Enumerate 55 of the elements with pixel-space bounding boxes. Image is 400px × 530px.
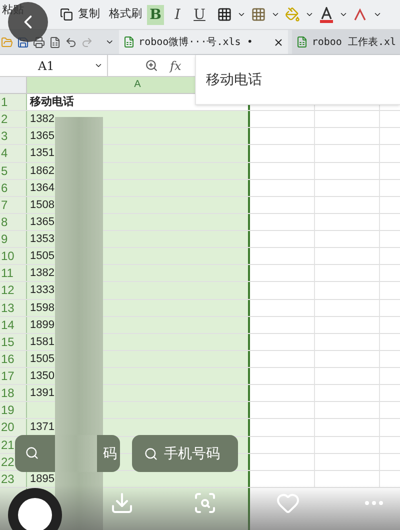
caret-icon[interactable] (373, 10, 382, 19)
search-icon (144, 446, 158, 460)
preview-icon[interactable] (49, 36, 62, 48)
format-painter-button[interactable]: 格式刷 (109, 6, 142, 23)
row-number: 8 (0, 214, 27, 230)
row-number: 1 (0, 94, 27, 110)
caret-icon[interactable] (237, 10, 246, 19)
table-style-icon[interactable] (251, 7, 266, 22)
row-number: 16 (0, 350, 27, 367)
fill-color-icon[interactable] (285, 7, 300, 22)
search-icon (25, 446, 39, 460)
close-icon[interactable] (272, 36, 284, 48)
format-button[interactable]: U (191, 4, 208, 24)
caret-icon[interactable] (339, 10, 348, 19)
search-chip[interactable]: 手机号码 (132, 435, 238, 472)
print-icon[interactable] (33, 36, 46, 48)
row-number: 14 (0, 316, 27, 333)
copy-icon[interactable] (60, 8, 73, 21)
row-number: 19 (0, 402, 27, 418)
file-tab[interactable]: roboo 工作表.xl (292, 30, 400, 54)
row-number: 7 (0, 196, 27, 213)
row-number: 15 (0, 334, 27, 350)
row-number: 4 (0, 145, 27, 162)
caret-icon (94, 61, 103, 70)
row-number: 13 (0, 300, 27, 316)
copy-button[interactable]: 复制 (78, 6, 100, 23)
row-number: 11 (0, 265, 27, 282)
row-number: 12 (0, 282, 27, 298)
caret-icon[interactable] (305, 10, 314, 19)
font-color-icon[interactable] (319, 6, 334, 22)
row-number: 23 (0, 470, 27, 487)
border-icon[interactable] (217, 7, 232, 22)
file-tab[interactable]: roboo微博···号.xls • (118, 30, 288, 54)
undo-icon[interactable] (65, 36, 78, 48)
search-chip[interactable]: 码 (15, 435, 120, 472)
row-number: 2 (0, 111, 27, 128)
format-button[interactable]: I (169, 4, 186, 24)
fx-icon[interactable]: fx (170, 56, 182, 74)
ball-center (18, 498, 52, 530)
row-number: 9 (0, 231, 27, 248)
name-box[interactable]: A1 (0, 55, 108, 76)
row-number: 5 (0, 162, 27, 179)
row-number: 17 (0, 368, 27, 384)
spreadsheet-icon (122, 36, 135, 48)
caret-icon[interactable] (271, 10, 280, 19)
paste-button[interactable]: 粘贴 (2, 2, 24, 18)
zoom-icon[interactable] (145, 59, 158, 72)
format-button[interactable]: B (147, 4, 164, 24)
row-number: 20 (0, 419, 27, 436)
row-number: 18 (0, 385, 27, 402)
spreadsheet-icon (296, 36, 308, 48)
row-number: 3 (0, 128, 27, 144)
row-number: 6 (0, 180, 27, 196)
row-number: 10 (0, 248, 27, 264)
clear-format-icon[interactable] (353, 8, 368, 22)
